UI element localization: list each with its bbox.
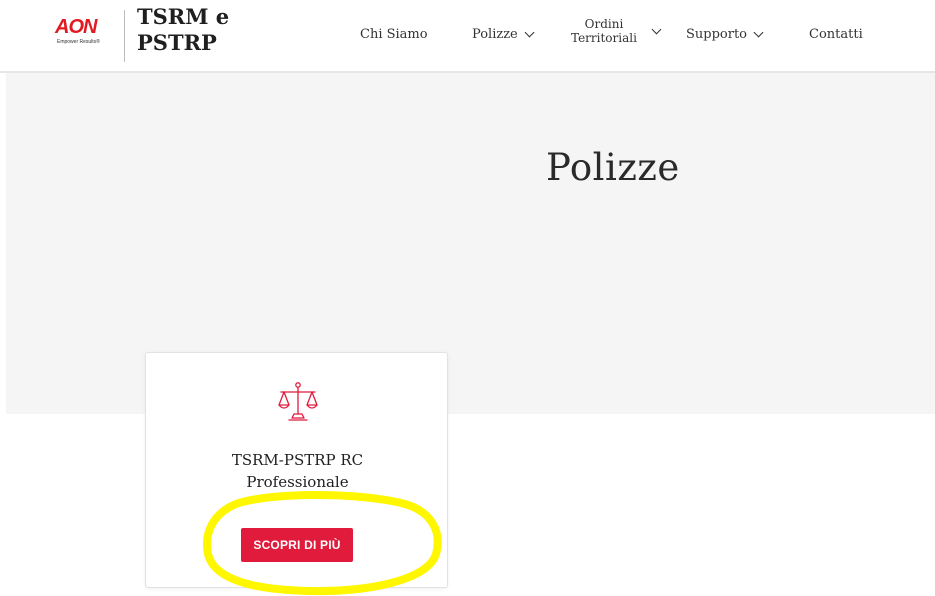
logo-tagline: Empower Results®: [57, 39, 100, 45]
nav-ordini-line2: Territoriali: [571, 31, 637, 45]
logo-divider: [124, 10, 125, 62]
nav-contatti[interactable]: Contatti: [809, 27, 863, 42]
logo-wordmark: AON: [55, 16, 97, 38]
page-title: Polizze: [546, 146, 680, 189]
nav-polizze-label: Polizze: [472, 27, 518, 42]
nav-supporto-label: Supporto: [686, 27, 748, 42]
aon-logo[interactable]: AON Empower Results®: [55, 16, 113, 50]
site-title[interactable]: TSRM e PSTRP: [137, 4, 229, 56]
site-title-line2: PSTRP: [137, 30, 217, 55]
chevron-down-icon: [651, 24, 662, 34]
nav-ordini-territoriali[interactable]: Ordini Territoriali: [571, 17, 662, 45]
chevron-down-icon: [753, 27, 764, 38]
policy-card-title: TSRM-PSTRP RC Professionale: [146, 449, 449, 493]
scopri-di-piu-button[interactable]: SCOPRI DI PIÙ: [241, 528, 353, 562]
policy-card-title-line1: TSRM-PSTRP RC: [231, 451, 364, 469]
nav-ordini-label: Ordini Territoriali: [571, 17, 637, 45]
scale-icon: [278, 382, 318, 421]
site-header: AON Empower Results® TSRM e PSTRP Chi Si…: [0, 0, 935, 73]
nav-polizze[interactable]: Polizze: [472, 27, 535, 42]
policy-card: TSRM-PSTRP RC Professionale SCOPRI DI PI…: [145, 352, 448, 588]
policy-card-title-line2: Professionale: [246, 473, 349, 491]
nav-chi-siamo[interactable]: Chi Siamo: [360, 27, 428, 42]
nav-supporto[interactable]: Supporto: [686, 27, 764, 42]
nav-contatti-label: Contatti: [809, 27, 863, 42]
site-title-line1: TSRM e: [137, 4, 230, 29]
nav-chi-siamo-label: Chi Siamo: [360, 27, 428, 42]
nav-ordini-line1: Ordini: [584, 17, 624, 31]
chevron-down-icon: [524, 27, 535, 38]
